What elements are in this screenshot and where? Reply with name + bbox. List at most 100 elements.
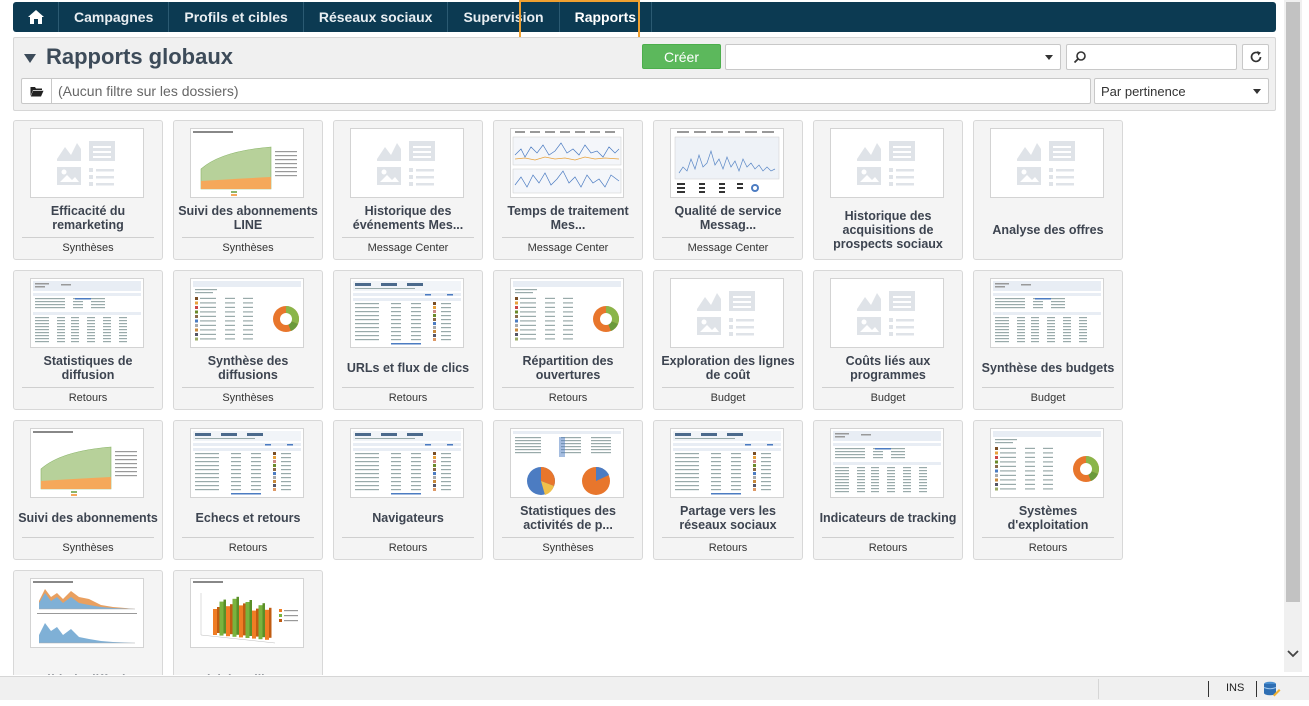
report-card-title: Efficacité du remarketing	[50, 204, 126, 232]
report-card-suivi-des-abonnements-line[interactable]: Suivi des abonnements LINE Synthèses	[173, 120, 323, 260]
report-card-category: Budget	[870, 392, 906, 404]
report-card-exploration-des-lignes-de-cout[interactable]: Exploration des lignes de coût Budget	[653, 270, 803, 410]
report-card-category: Retours	[708, 542, 748, 554]
report-card-title: Exploration des lignes de coût	[661, 354, 795, 382]
home-icon	[27, 10, 44, 24]
refresh-button[interactable]	[1242, 44, 1269, 70]
report-card-partage-vers-les-reseaux-sociaux[interactable]: Partage vers les réseaux sociaux Retours	[653, 420, 803, 560]
report-card-category: Synthèses	[62, 542, 114, 554]
report-card-divider	[502, 387, 634, 388]
tab-campagnes[interactable]: Campagnes	[59, 2, 170, 32]
tab-reseaux-sociaux[interactable]: Réseaux sociaux	[304, 2, 449, 32]
status-bar: INS	[0, 676, 1309, 700]
report-card-divider	[822, 387, 954, 388]
report-card-category: Retours	[388, 542, 428, 554]
report-card-divider	[182, 387, 314, 388]
report-thumbnail	[30, 428, 144, 498]
report-thumbnail	[190, 128, 304, 198]
report-card-temps-de-traitement-mes[interactable]: Temps de traitement Mes... Message Center	[493, 120, 643, 260]
report-card-divider	[182, 537, 314, 538]
report-thumbnail	[990, 428, 1104, 498]
report-card-title: Navigateurs	[372, 511, 444, 525]
report-card-indicateurs-de-tracking[interactable]: Indicateurs de tracking Retours	[813, 420, 963, 560]
refresh-icon	[1250, 51, 1261, 63]
report-placeholder-icon	[30, 128, 144, 198]
report-card-divider	[342, 537, 474, 538]
report-card-synthese-des-budgets[interactable]: Synthèse des budgets Budget	[973, 270, 1123, 410]
report-card-title: Echecs et retours	[195, 511, 301, 525]
report-card-historique-des-evenements-mes[interactable]: Historique des événements Mes... Message …	[333, 120, 483, 260]
tab-profils-et-cibles[interactable]: Profils et cibles	[169, 2, 304, 32]
report-card-category: Message Center	[367, 242, 449, 254]
report-placeholder-icon	[670, 278, 784, 348]
tab-supervision[interactable]: Supervision	[448, 2, 560, 32]
report-thumbnail	[30, 278, 144, 348]
report-placeholder-icon	[990, 128, 1104, 198]
report-card-title: Synthèse des budgets	[981, 361, 1115, 375]
chevron-down-icon	[1287, 650, 1299, 658]
report-card-suivi-des-abonnements[interactable]: Suivi des abonnements Synthèses	[13, 420, 163, 560]
sort-select[interactable]: Par pertinence	[1094, 78, 1269, 104]
header-panel: Rapports globaux Créer (Aucun filtre sur…	[13, 37, 1276, 111]
title-row: Rapports globaux	[24, 44, 233, 70]
report-card-activites-utilisateurs[interactable]: Activités utilisateurs	[173, 570, 323, 675]
report-card-category: Retours	[548, 392, 588, 404]
status-divider	[1098, 679, 1099, 699]
folder-button[interactable]	[22, 79, 52, 103]
report-card-historique-des-acquisitions-de-prospects-sociaux[interactable]: Historique des acquisitions de prospects…	[813, 120, 963, 260]
report-card-analyse-des-offres[interactable]: Analyse des offres	[973, 120, 1123, 260]
report-card-title: Partage vers les réseaux sociaux	[679, 504, 777, 532]
report-type-select[interactable]	[725, 44, 1061, 70]
report-thumbnail	[190, 278, 304, 348]
report-card-category: Message Center	[687, 242, 769, 254]
report-card-debit-de-diffusion[interactable]: Débit de diffusion	[13, 570, 163, 675]
report-card-divider	[502, 537, 634, 538]
report-card-title: Historique des événements Mes...	[352, 204, 464, 232]
report-card-efficacite-du-remarketing[interactable]: Efficacité du remarketing Synthèses	[13, 120, 163, 260]
report-card-synthese-des-diffusions[interactable]: Synthèse des diffusions Synthèses	[173, 270, 323, 410]
report-card-category: Retours	[868, 542, 908, 554]
report-card-divider	[662, 537, 794, 538]
report-card-divider	[22, 237, 154, 238]
report-card-urls-et-flux-de-clics[interactable]: URLs et flux de clics Retours	[333, 270, 483, 410]
search-input[interactable]	[1066, 44, 1237, 70]
database-icon[interactable]	[1263, 680, 1281, 698]
report-card-title: Répartition des ouvertures	[522, 354, 614, 382]
report-card-divider	[22, 537, 154, 538]
report-card-systemes-d-exploitation[interactable]: Systèmes d'exploitation Retours	[973, 420, 1123, 560]
report-card-couts-lies-aux-programmes[interactable]: Coûts liés aux programmes Budget	[813, 270, 963, 410]
report-card-divider	[342, 237, 474, 238]
app-window: Campagnes Profils et cibles Réseaux soci…	[0, 0, 1309, 706]
folder-filter[interactable]: (Aucun filtre sur les dossiers)	[21, 78, 1091, 104]
report-card-category: Message Center	[527, 242, 609, 254]
report-card-echecs-et-retours[interactable]: Echecs et retours Retours	[173, 420, 323, 560]
home-button[interactable]	[13, 2, 59, 32]
report-card-divider	[822, 537, 954, 538]
report-card-divider	[502, 237, 634, 238]
report-card-category: Retours	[388, 392, 428, 404]
scroll-down-button[interactable]	[1285, 643, 1301, 665]
report-card-category: Synthèses	[222, 392, 274, 404]
create-button[interactable]: Créer	[642, 44, 721, 69]
report-card-category: Synthèses	[62, 242, 114, 254]
report-card-divider	[982, 387, 1114, 388]
report-thumbnail	[190, 428, 304, 498]
report-card-statistiques-de-diffusion[interactable]: Statistiques de diffusion Retours	[13, 270, 163, 410]
scrollbar-thumb[interactable]	[1286, 2, 1300, 602]
page-title: Rapports globaux	[46, 44, 234, 69]
report-card-qualite-de-service-messag[interactable]: Qualité de service Messag... Message Cent…	[653, 120, 803, 260]
top-navigation: Campagnes Profils et cibles Réseaux soci…	[13, 2, 1276, 32]
status-divider	[1208, 681, 1209, 697]
report-card-title: Statistiques des activités de p...	[520, 504, 616, 532]
report-card-title: Débit de diffusion	[17, 649, 159, 675]
report-card-category: Budget	[710, 392, 746, 404]
report-thumbnail	[510, 128, 624, 198]
report-card-navigateurs[interactable]: Navigateurs Retours	[333, 420, 483, 560]
report-card-title: Historique des acquisitions de prospects…	[833, 209, 943, 251]
tab-rapports[interactable]: Rapports	[560, 2, 653, 32]
report-thumbnail	[510, 278, 624, 348]
report-card-statistiques-des-activites-de-p[interactable]: Statistiques des activités de p... Synthè…	[493, 420, 643, 560]
report-thumbnail	[190, 578, 304, 648]
collapse-arrow-icon[interactable]	[24, 53, 36, 63]
report-card-repartition-des-ouvertures[interactable]: Répartition des ouvertures Retours	[493, 270, 643, 410]
